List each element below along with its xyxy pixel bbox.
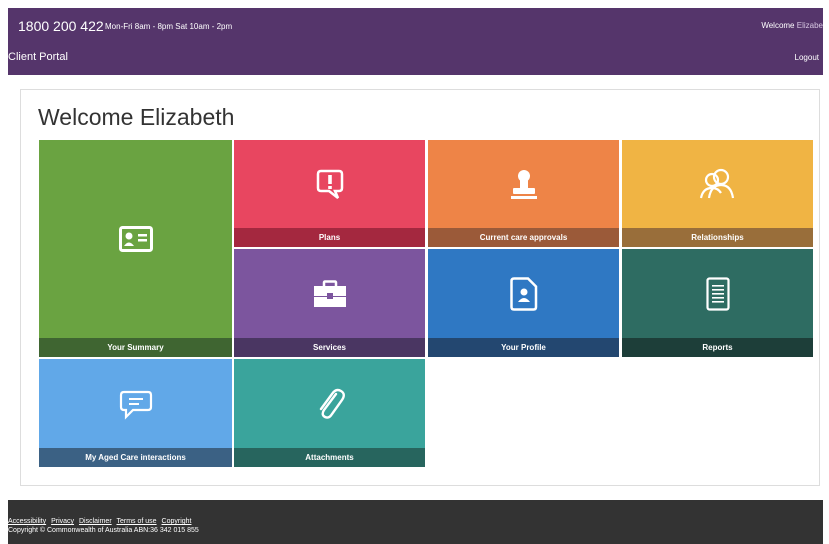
tile-label: Your Profile xyxy=(428,338,619,357)
stamp-icon xyxy=(428,140,619,228)
footer-link-copyright[interactable]: Copyright xyxy=(162,518,192,525)
tile-your-profile[interactable]: Your Profile xyxy=(428,249,619,357)
tile-label: Plans xyxy=(234,228,425,247)
opening-hours: Mon-Fri 8am - 8pm Sat 10am - 2pm xyxy=(105,22,233,31)
logout-link[interactable]: Logout xyxy=(795,53,819,62)
footer-link-accessibility[interactable]: Accessibility xyxy=(8,518,46,525)
tile-services[interactable]: Services xyxy=(234,249,425,357)
tile-label: Your Summary xyxy=(39,338,232,357)
copyright-text: Copyright © Commonwealth of Australia AB… xyxy=(8,527,199,534)
footer-link-terms-of-use[interactable]: Terms of use xyxy=(116,518,156,525)
welcome-prefix: Welcome xyxy=(761,21,795,30)
tile-plans[interactable]: Plans xyxy=(234,140,425,247)
people-icon xyxy=(622,140,813,228)
footer-link-privacy[interactable]: Privacy xyxy=(51,518,74,525)
document-lines-icon xyxy=(622,249,813,338)
footer-link-disclaimer[interactable]: Disclaimer xyxy=(79,518,112,525)
tile-label: My Aged Care interactions xyxy=(39,448,232,467)
tile-label: Reports xyxy=(622,338,813,357)
id-card-icon xyxy=(39,140,232,338)
phone-number: 1800 200 422 xyxy=(18,18,104,34)
footer-links: Accessibility Privacy Disclaimer Terms o… xyxy=(8,518,194,525)
paperclip-icon xyxy=(234,359,425,448)
tile-attachments[interactable]: Attachments xyxy=(234,359,425,467)
tile-current-care-approvals[interactable]: Current care approvals xyxy=(428,140,619,247)
footer: Accessibility Privacy Disclaimer Terms o… xyxy=(8,500,823,544)
chat-lines-icon xyxy=(39,359,232,448)
alert-bubble-icon xyxy=(234,140,425,228)
welcome-user-text: Welcome Elizabe xyxy=(761,21,823,30)
tile-my-aged-care-interactions[interactable]: My Aged Care interactions xyxy=(39,359,232,467)
tile-label: Attachments xyxy=(234,448,425,467)
tile-your-summary[interactable]: Your Summary xyxy=(39,140,232,357)
welcome-user-name: Elizabe xyxy=(796,21,823,30)
tile-label: Services xyxy=(234,338,425,357)
tile-relationships[interactable]: Relationships xyxy=(622,140,813,247)
tile-reports[interactable]: Reports xyxy=(622,249,813,357)
tile-label: Relationships xyxy=(622,228,813,247)
tile-label: Current care approvals xyxy=(428,228,619,247)
briefcase-icon xyxy=(234,249,425,338)
profile-document-icon xyxy=(428,249,619,338)
page-title: Welcome Elizabeth xyxy=(38,104,235,130)
top-header-bar: 1800 200 422 Mon-Fri 8am - 8pm Sat 10am … xyxy=(8,8,823,75)
portal-title: Client Portal xyxy=(8,51,68,63)
